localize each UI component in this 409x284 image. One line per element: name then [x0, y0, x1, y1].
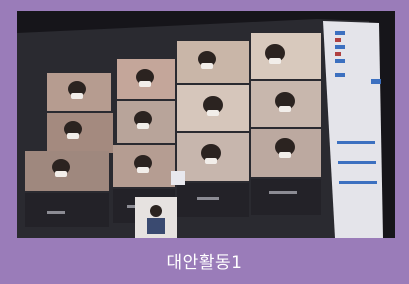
photo-caption: 대안활동1 [166, 253, 243, 273]
photo-card: 대안활동1 [0, 0, 409, 284]
video-conference-photo [17, 11, 395, 238]
video-conference-photo-icon [17, 11, 395, 238]
